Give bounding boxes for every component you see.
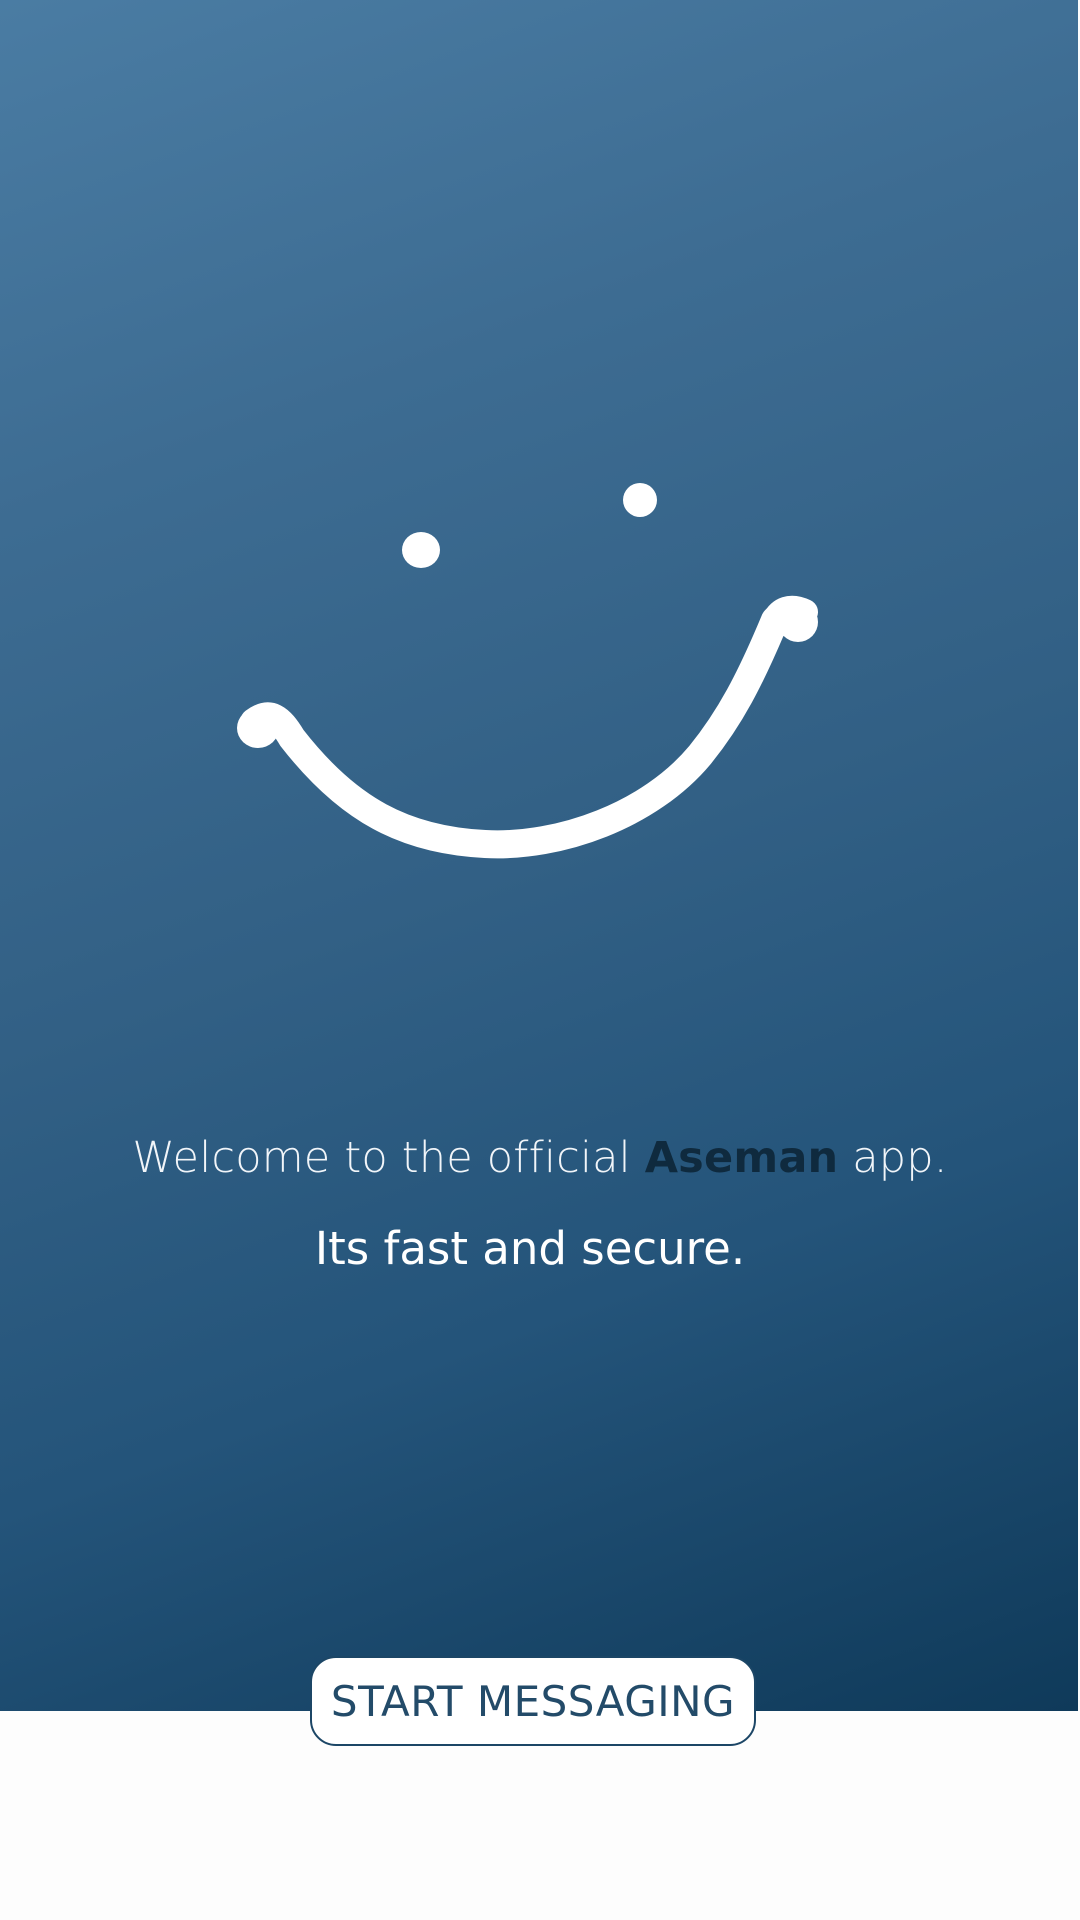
start-messaging-label: START MESSAGING — [330, 1676, 736, 1726]
tagline: Its fast and secure. — [314, 1222, 746, 1275]
welcome-message: Welcome to the official Aseman app. — [0, 1133, 1080, 1183]
start-messaging-button[interactable]: START MESSAGING — [310, 1656, 756, 1746]
smiley-face-icon — [237, 483, 818, 859]
welcome-screen: Welcome to the official Aseman app. Its … — [0, 0, 1080, 1920]
welcome-suffix: app. — [838, 1133, 948, 1183]
welcome-prefix: Welcome to the official — [132, 1133, 645, 1183]
brand-name: Aseman — [644, 1133, 839, 1183]
hero-background — [0, 0, 1078, 1711]
